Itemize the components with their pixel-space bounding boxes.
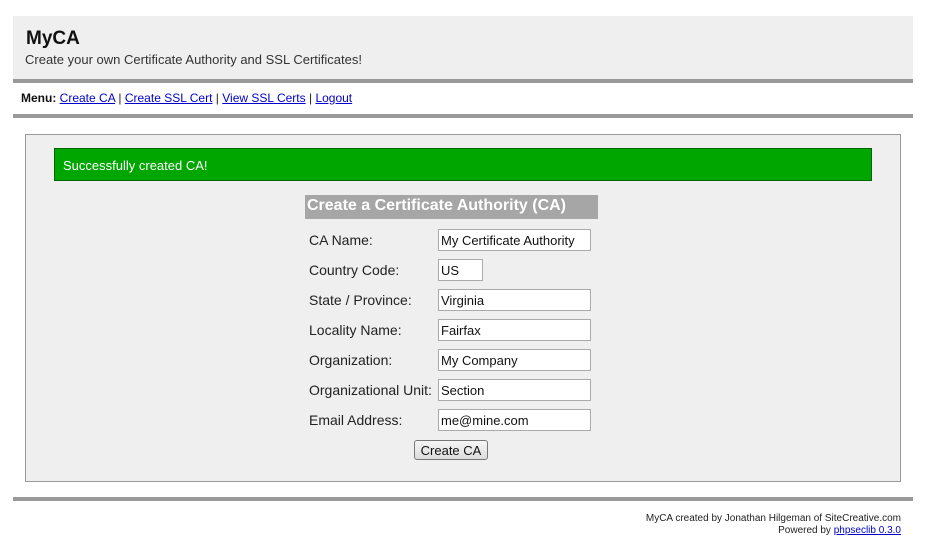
locality-input[interactable] <box>438 319 591 341</box>
app-title: MyCA <box>26 28 80 49</box>
menu-link-view-ssl-certs[interactable]: View SSL Certs <box>222 91 305 105</box>
ca-name-label: CA Name: <box>309 232 373 248</box>
menu-separator: | <box>215 91 219 105</box>
menu-separator: | <box>308 91 313 105</box>
form-row-country-code: Country Code: <box>309 259 609 281</box>
menu-link-logout[interactable]: Logout <box>315 91 352 105</box>
footer-divider <box>13 497 913 501</box>
form-row-organization: Organization: <box>309 349 609 371</box>
phpseclib-link[interactable]: phpseclib 0.3.0 <box>834 525 901 536</box>
locality-label: Locality Name: <box>309 322 402 338</box>
success-alert: Successfully created CA! <box>54 148 872 181</box>
country-code-input[interactable] <box>438 259 483 281</box>
footer-powered: Powered by phpseclib 0.3.0 <box>646 525 901 537</box>
email-input[interactable] <box>438 409 591 431</box>
organization-input[interactable] <box>438 349 591 371</box>
app-tagline: Create your own Certificate Authority an… <box>25 52 362 67</box>
form-row-ca-name: CA Name: <box>309 229 609 251</box>
form-title: Create a Certificate Authority (CA) <box>305 195 598 219</box>
page-footer: MyCA created by Jonathan Hilgeman of Sit… <box>646 513 901 537</box>
menu-link-create-ssl-cert[interactable]: Create SSL Cert <box>125 91 213 105</box>
form-row-org-unit: Organizational Unit: <box>309 379 609 401</box>
header-divider <box>13 79 913 83</box>
ca-name-input[interactable] <box>438 229 591 251</box>
form-row-state: State / Province: <box>309 289 609 311</box>
main-menu: Menu: Create CA | Create SSL Cert | View… <box>21 91 352 105</box>
menu-label: Menu: <box>21 91 57 105</box>
content-panel: Successfully created CA! Create a Certif… <box>25 134 901 482</box>
org-unit-input[interactable] <box>438 379 591 401</box>
menu-link-create-ca[interactable]: Create CA <box>60 91 115 105</box>
form-row-locality: Locality Name: <box>309 319 609 341</box>
form-row-email: Email Address: <box>309 409 609 431</box>
organization-label: Organization: <box>309 352 393 368</box>
page-header: MyCA Create your own Certificate Authori… <box>13 16 913 80</box>
email-label: Email Address: <box>309 412 403 428</box>
state-label: State / Province: <box>309 292 412 308</box>
state-input[interactable] <box>438 289 591 311</box>
footer-credit: MyCA created by Jonathan Hilgeman of Sit… <box>645 513 901 524</box>
create-ca-button[interactable]: Create CA <box>414 440 488 460</box>
menu-divider <box>13 114 913 118</box>
country-code-label: Country Code: <box>309 262 400 278</box>
menu-separator: | <box>118 91 122 105</box>
org-unit-label: Organizational Unit: <box>309 382 432 398</box>
powered-by-text: Powered by <box>778 525 834 536</box>
